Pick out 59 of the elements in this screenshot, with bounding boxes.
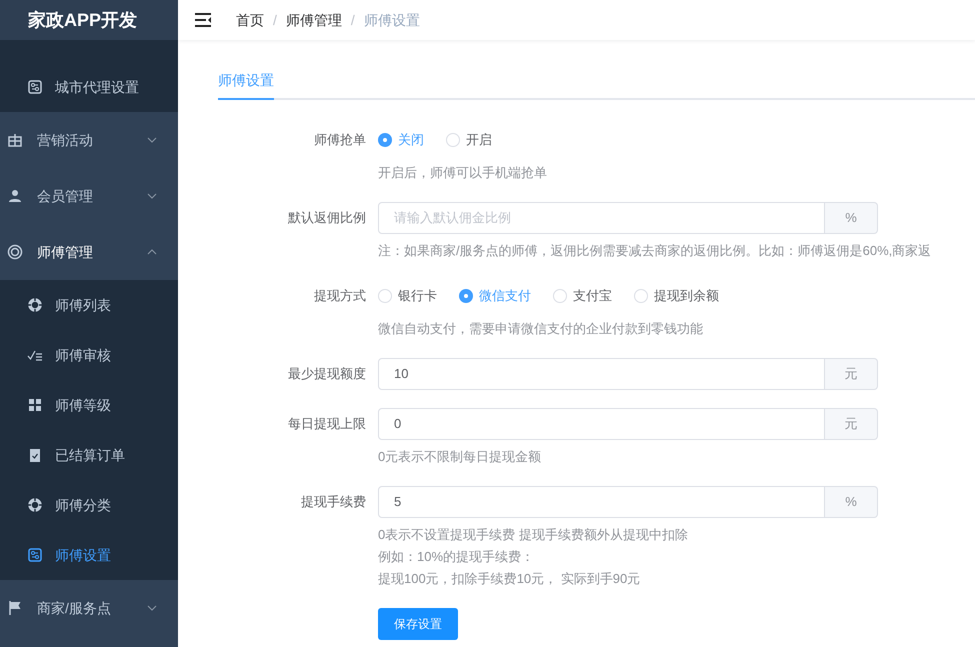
lifebuoy-icon (27, 497, 43, 513)
radio-option[interactable]: 支付宝 (553, 286, 612, 306)
unit-addon: 元 (825, 408, 878, 440)
flag-icon (7, 600, 23, 616)
submenu-item[interactable]: 已结算订单 (0, 430, 178, 480)
hint-text: 提现100元，扣除手续费10元， 实际到手90元 (378, 570, 642, 588)
menu-icon[interactable] (194, 13, 212, 27)
submenu-item[interactable]: 城市代理设置 (0, 62, 178, 112)
breadcrumb-link[interactable]: 首页 (236, 10, 264, 30)
gift-icon (7, 132, 23, 148)
radio-unchecked[interactable] (634, 289, 648, 303)
settings-panel-icon (27, 79, 43, 95)
unit-addon: % (825, 202, 878, 234)
menu-group[interactable]: 师傅管理 (0, 224, 178, 280)
hint-text: 0元表示不限制每日提现金额 (378, 448, 542, 466)
hint-text: 注：如果商家/服务点的师傅，返佣比例需要减去商家的返佣比例。比如：师傅返佣是60%,商家返 (378, 242, 932, 260)
input-field[interactable]: 0 (378, 408, 825, 440)
menu-group[interactable]: 商家/服务点 (0, 580, 178, 636)
form-label: 最少提现额度 (288, 365, 366, 383)
radio-unchecked[interactable] (553, 289, 567, 303)
unit-addon: % (825, 486, 878, 518)
submenu-item[interactable]: 师傅等级 (0, 380, 178, 430)
menu-group[interactable]: 会员管理 (0, 168, 178, 224)
submenu-item[interactable]: 师傅审核 (0, 330, 178, 380)
form-label: 提现手续费 (301, 493, 366, 511)
hint-text: 微信自动支付，需要申请微信支付的企业付款到零钱功能 (378, 320, 704, 338)
submenu-item[interactable]: 师傅设置 (0, 530, 178, 580)
hint-text: 0表示不设置提现手续费 提现手续费额外从提现中扣除 (378, 526, 689, 544)
grid-icon (27, 397, 43, 413)
form-label: 每日提现上限 (288, 415, 366, 433)
input-field[interactable]: 请输入默认佣金比例 (378, 202, 825, 234)
form-label: 提现方式 (314, 287, 366, 305)
radio-checked[interactable] (378, 133, 392, 147)
clipboard-icon (27, 447, 43, 463)
radio-checked[interactable] (459, 289, 473, 303)
radio-option[interactable]: 提现到余额 (634, 286, 719, 306)
input-field[interactable]: 5 (378, 486, 825, 518)
save-button[interactable]: 保存设置 (378, 608, 458, 640)
user-icon (7, 188, 23, 204)
settings-panel-icon (27, 547, 43, 563)
radio-unchecked[interactable] (446, 133, 460, 147)
form-label: 默认返佣比例 (288, 209, 366, 227)
breadcrumb-separator: / (350, 10, 355, 30)
radio-option[interactable]: 银行卡 (378, 286, 437, 306)
ring-icon (7, 244, 23, 260)
input-field[interactable]: 10 (378, 358, 825, 390)
submenu-item[interactable]: 师傅分类 (0, 480, 178, 530)
lifebuoy-icon (27, 297, 43, 313)
hint-text: 开启后，师傅可以手机端抢单 (378, 164, 547, 182)
form-label: 师傅抢单 (314, 131, 366, 149)
menu-group[interactable]: 营销活动 (0, 112, 178, 168)
breadcrumb-separator: / (273, 10, 277, 30)
breadcrumb-link[interactable]: 师傅管理 (286, 10, 342, 30)
app-logo: 家政APP开发 (28, 8, 138, 32)
submenu-item[interactable]: 师傅列表 (0, 280, 178, 330)
radio-unchecked[interactable] (378, 289, 392, 303)
hint-text: 例如：10%的提现手续费： (378, 548, 536, 566)
unit-addon: 元 (825, 358, 878, 390)
radio-option[interactable]: 开启 (446, 130, 492, 150)
